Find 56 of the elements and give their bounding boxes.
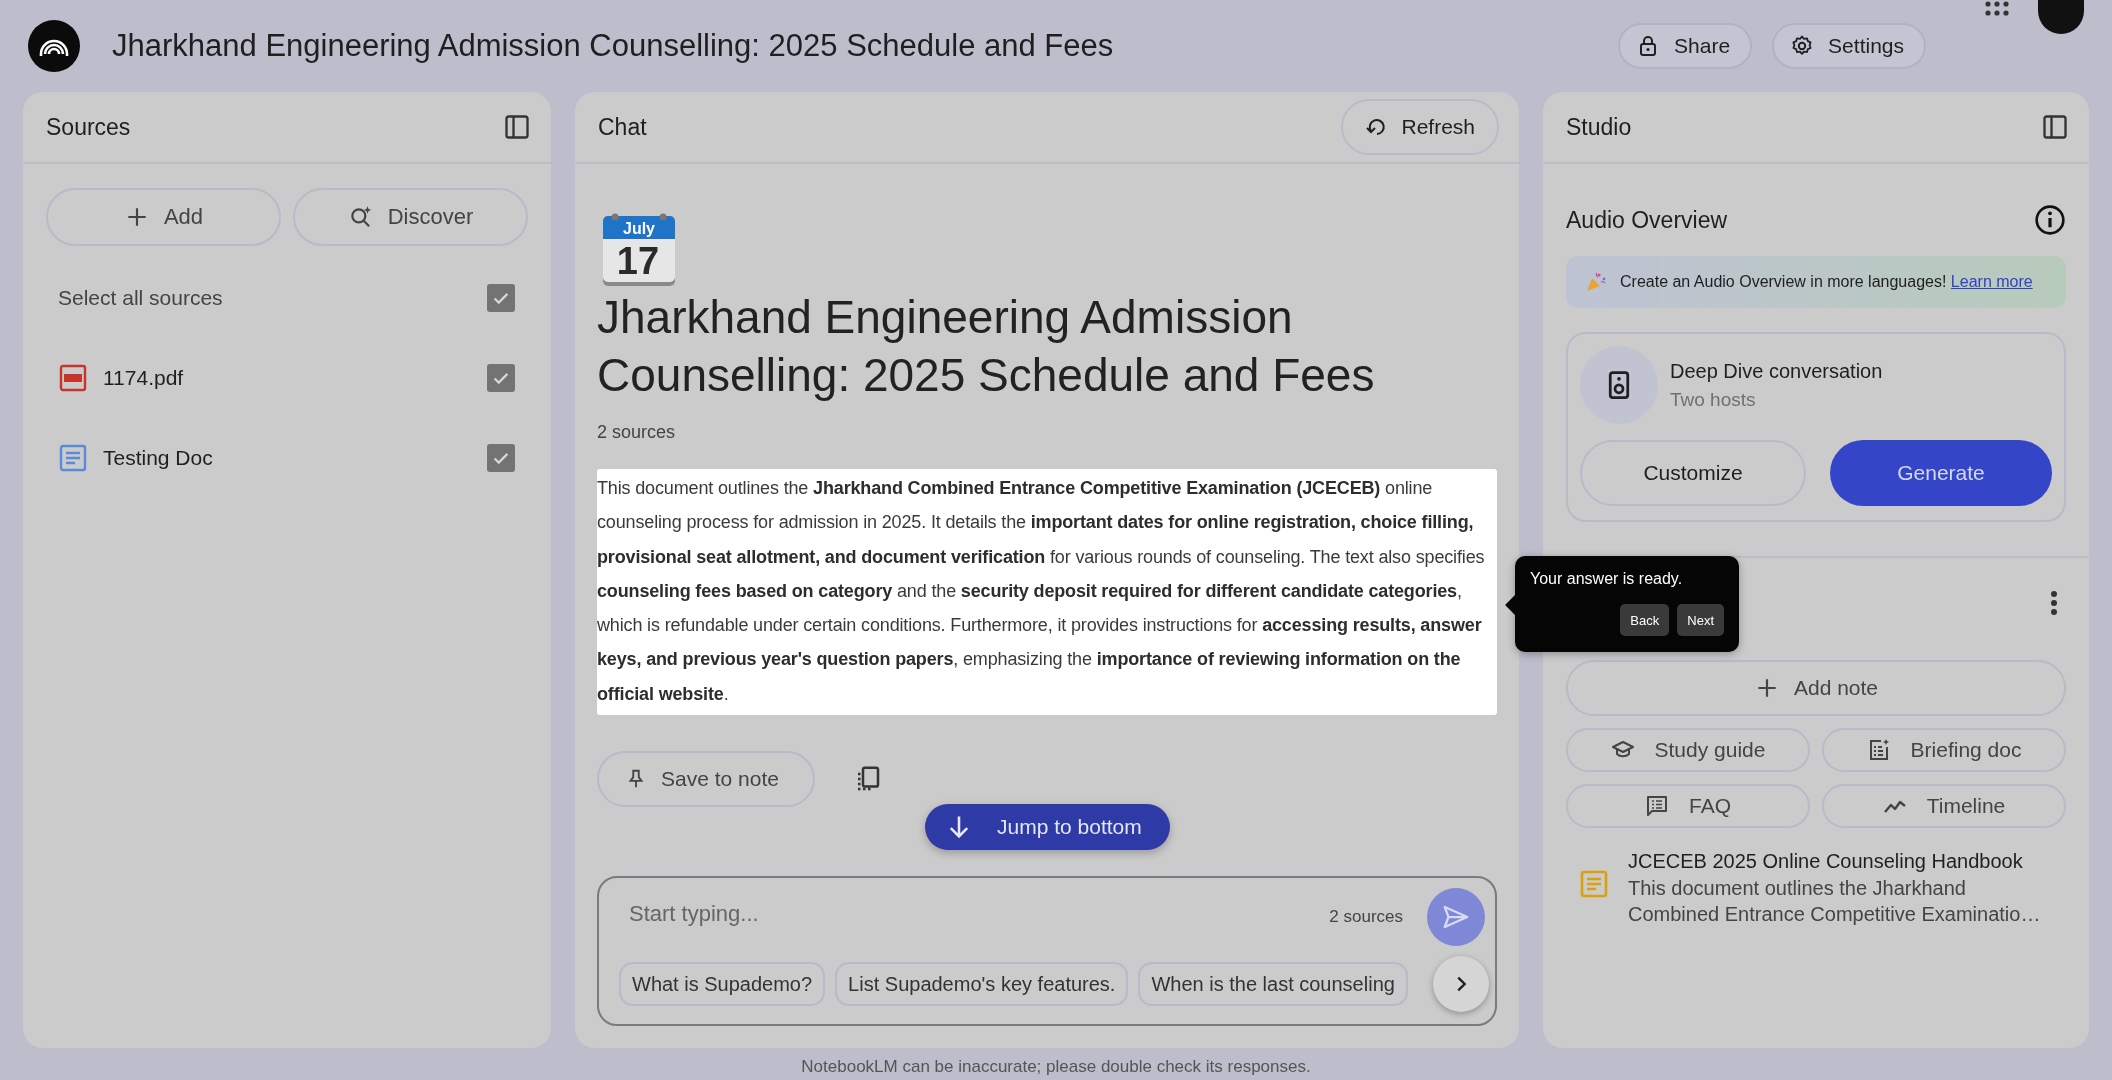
source-name[interactable]: 1174.pdf — [103, 366, 471, 390]
promo-text: Create an Audio Overview in more languages! Learn more — [1620, 272, 2033, 292]
share-button[interactable]: Share — [1618, 23, 1753, 69]
summary-text: This document outlines the Jharkhand Combined Entrance Competitive Examination (JCECEB) online counseling process for admission in 2025. It details the important dates for online registration, choice filling, provisional seat allotment, and document verification for various rounds of counseling. The text also specifies counseling fees based on category and the security deposit required for different candidate categories, which is refundable under certain conditions. Furthermore, it provides instructions for accessing results, answer keys, and previous year's question papers, emphasizing the importance of reviewing information on the official website. — [597, 469, 1497, 716]
save-to-note-button[interactable]: Save to note — [597, 751, 815, 808]
tooltip-message: Your answer is ready. — [1530, 570, 1684, 588]
next-button[interactable]: Next — [1677, 604, 1724, 636]
customize-button[interactable]: Customize — [1580, 440, 1806, 506]
add-note-button[interactable]: Add note — [1566, 660, 2066, 716]
back-button[interactable]: Back — [1620, 604, 1670, 636]
learn-more-link[interactable]: Learn more — [1950, 273, 2033, 290]
panel-title: Chat — [598, 113, 647, 141]
notebook-title: Jharkhand Engineering Admission Counselling: 2025 Schedule and Fees — [112, 28, 1115, 64]
audio-title: Deep Dive conversation — [1670, 359, 1883, 383]
note-title[interactable]: JCECEB 2025 Online Counseling Handbook — [1628, 850, 2052, 873]
document-icon — [59, 444, 87, 472]
disclaimer-text: NotebookLM can be inaccurate; please double check its responses. — [800, 1057, 1312, 1077]
note-action-button[interactable]: FAQ — [1566, 784, 1810, 828]
notebook-logo — [28, 20, 80, 72]
message-input[interactable]: Start typing... — [629, 894, 1306, 934]
sidebar-toggle-icon[interactable] — [503, 113, 531, 141]
note-action-button[interactable]: Study guide — [1566, 728, 1810, 772]
source-name[interactable]: Testing Doc — [103, 446, 471, 470]
calendar-emoji: July 17 — [601, 212, 677, 288]
avatar[interactable] — [2038, 0, 2084, 34]
note-preview: This document outlines the Jharkhand Combined Entrance Competitive Examinatio… — [1628, 876, 2042, 927]
notebook-heading: Jharkhand Engineering Admission Counselling: 2025 Schedule and Fees — [597, 290, 1376, 403]
checkbox[interactable] — [487, 364, 515, 392]
more-options-icon[interactable] — [2050, 590, 2058, 616]
note-icon — [1580, 870, 1608, 898]
refresh-button[interactable]: Refresh — [1341, 99, 1499, 155]
checkbox[interactable] — [487, 284, 515, 312]
suggestion-chip[interactable]: List Supademo's key features. — [835, 962, 1129, 1006]
select-all-label: Select all sources — [58, 286, 224, 310]
settings-button[interactable]: Settings — [1772, 23, 1926, 69]
sidebar-toggle-icon[interactable] — [2041, 113, 2069, 141]
speaker-icon — [1606, 370, 1632, 400]
add-source-button[interactable]: Add — [46, 188, 281, 246]
source-count: 2 sources — [597, 422, 677, 443]
section-title: Audio Overview — [1566, 206, 1728, 234]
audio-subtitle: Two hosts — [1670, 388, 1757, 411]
party-popper-icon — [1584, 270, 1608, 294]
checkbox[interactable] — [487, 444, 515, 472]
suggestion-chip[interactable]: What is Supademo? — [619, 962, 826, 1006]
note-action-button[interactable]: Timeline — [1822, 784, 2066, 828]
chat-list-icon — [1645, 794, 1669, 818]
info-icon[interactable] — [2034, 204, 2066, 236]
pdf-icon — [59, 364, 87, 392]
source-count: 2 sources — [1329, 907, 1403, 927]
panel-title: Studio — [1566, 113, 1632, 141]
discover-button[interactable]: Discover — [293, 188, 528, 246]
suggestion-chip[interactable]: When is the last counseling — [1138, 962, 1408, 1006]
panel-title: Sources — [46, 113, 131, 141]
jump-to-bottom-button[interactable]: Jump to bottom — [925, 804, 1170, 850]
note-action-button[interactable]: Briefing doc — [1822, 728, 2066, 772]
generate-button[interactable]: Generate — [1830, 440, 2052, 506]
